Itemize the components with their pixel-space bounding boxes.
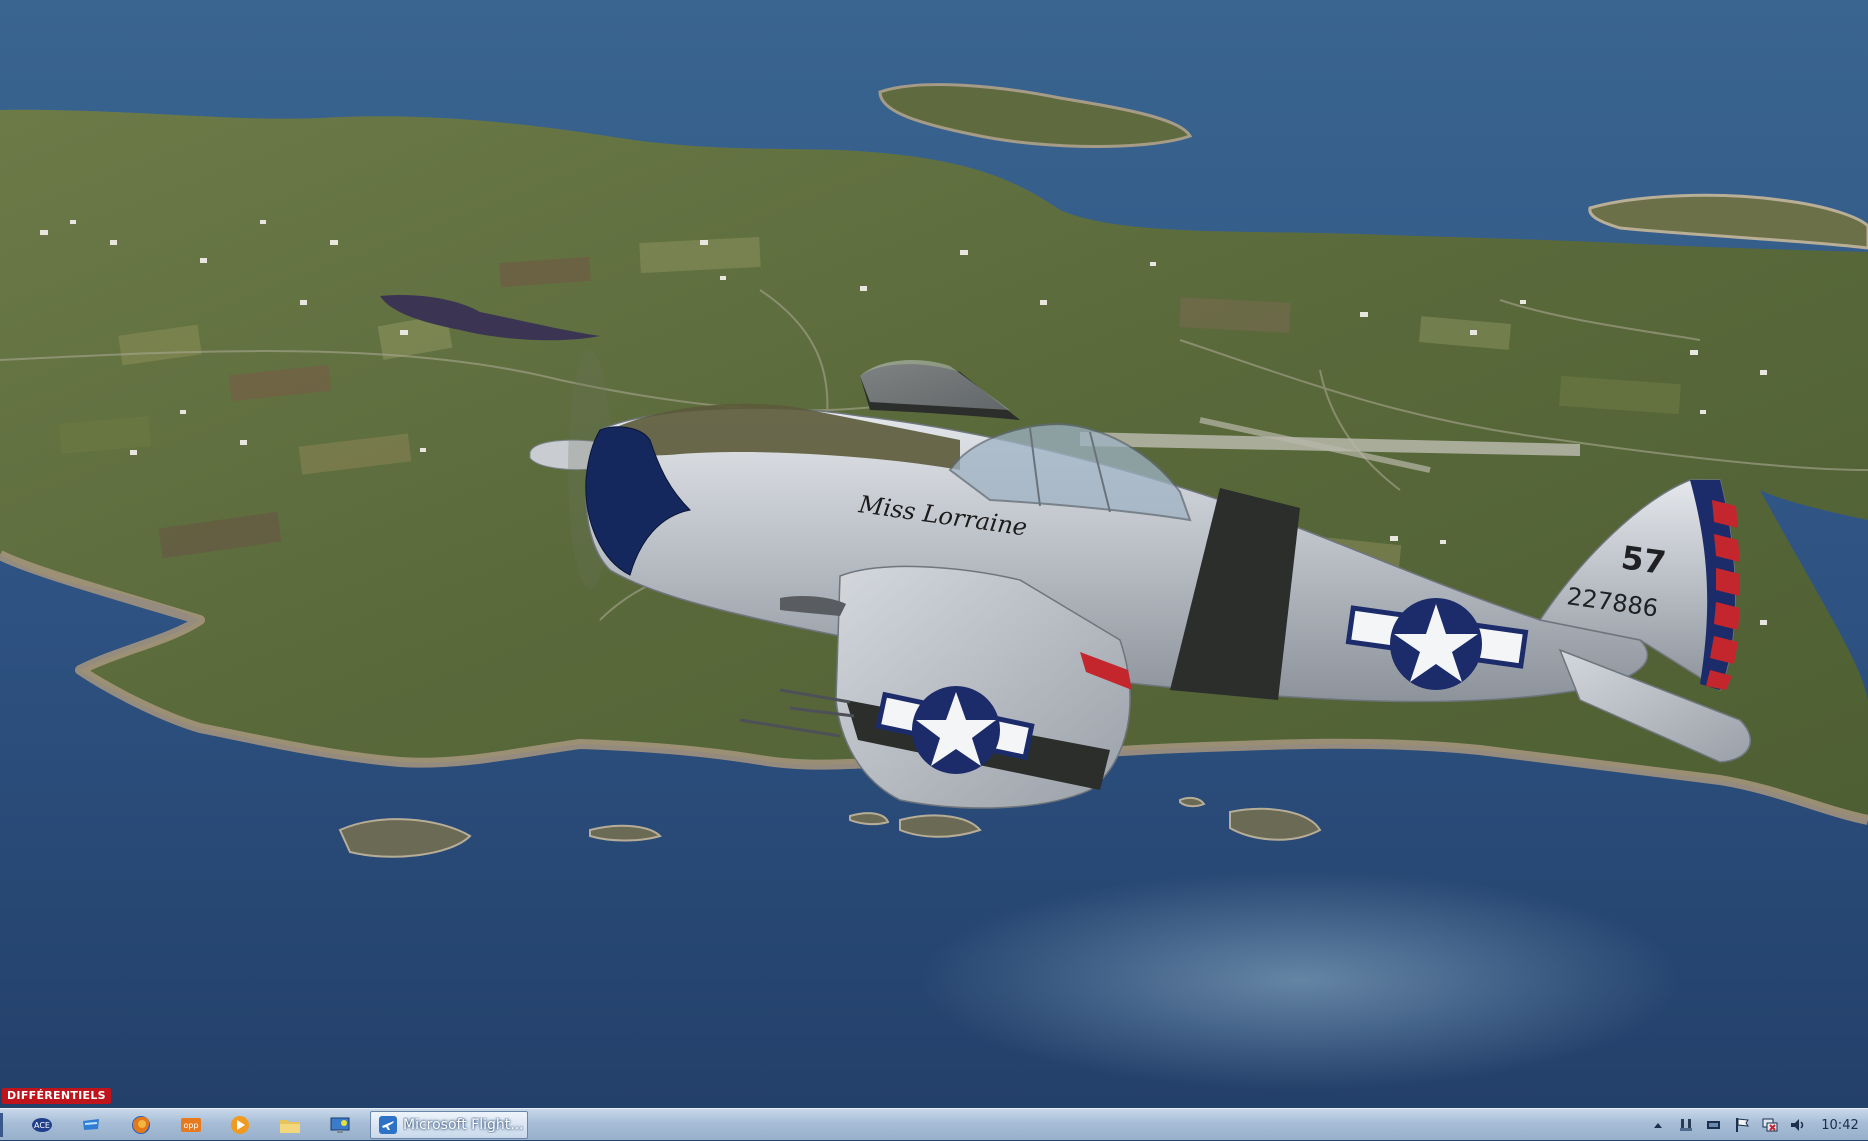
windows-taskbar: ACE opp Microsoft Flight... 10:42 (0, 1108, 1868, 1140)
differentiels-badge: DIFFÉRENTIELS (2, 1088, 111, 1104)
scene-svg: Miss Lorraine 57 227886 (0, 0, 1868, 1108)
network-app-icon[interactable] (73, 1112, 109, 1138)
volume-icon[interactable] (1784, 1111, 1812, 1139)
battery-icon[interactable] (1700, 1111, 1728, 1139)
aircraft-code-text: 57 (1619, 538, 1668, 582)
firefox-icon[interactable] (123, 1112, 159, 1138)
start-orb-edge[interactable] (0, 1113, 3, 1137)
ace-app-icon[interactable]: ACE (24, 1112, 60, 1138)
folder-icon[interactable] (272, 1112, 308, 1138)
media-player-icon[interactable] (222, 1112, 258, 1138)
taskbar-window-label: Microsoft Flight... (403, 1117, 524, 1133)
control-panel-icon[interactable] (322, 1112, 358, 1138)
system-tray: 10:42 (1644, 1109, 1868, 1141)
network-icon[interactable] (1756, 1111, 1784, 1139)
taskbar-clock[interactable]: 10:42 (1812, 1118, 1868, 1133)
svg-text:ACE: ACE (34, 1121, 50, 1130)
flight-sim-scene: Miss Lorraine 57 227886 (0, 0, 1868, 1108)
action-center-flag-icon[interactable] (1728, 1111, 1756, 1139)
sea-glint (920, 870, 1680, 1090)
show-hidden-icons-chevron-icon[interactable] (1644, 1111, 1672, 1139)
svg-text:opp: opp (183, 1121, 198, 1130)
usb-devices-icon[interactable] (1672, 1111, 1700, 1139)
taskbar-window-flight-simulator[interactable]: Microsoft Flight... (370, 1111, 528, 1139)
airplane-icon (379, 1116, 397, 1134)
opp-app-icon[interactable]: opp (173, 1112, 209, 1138)
